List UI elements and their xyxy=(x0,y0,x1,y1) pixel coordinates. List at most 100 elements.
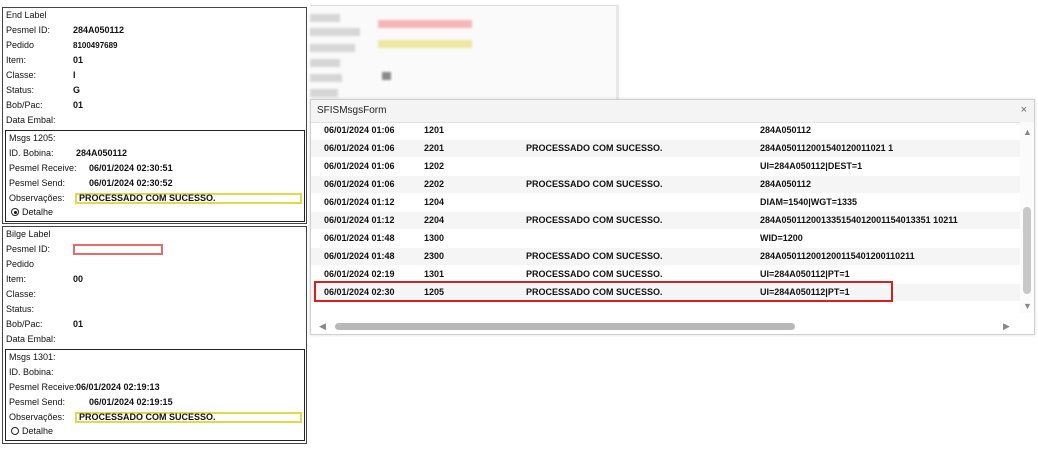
cell-message: PROCESSADO COM SUCESSO. xyxy=(526,251,663,261)
scroll-left-icon[interactable]: ◀ xyxy=(319,322,326,331)
end-label-panel: End Label Pesmel ID: 284A050112 Pedido 8… xyxy=(2,7,307,224)
horizontal-scroll-thumb[interactable] xyxy=(335,323,795,330)
blurred-text xyxy=(310,89,338,97)
highlighted-row-outline xyxy=(314,281,893,302)
scroll-right-icon[interactable]: ▶ xyxy=(1003,322,1010,331)
cell-message: PROCESSADO COM SUCESSO. xyxy=(526,215,663,225)
field-label: Observações: xyxy=(9,193,65,203)
field-label: ID. Bobina: xyxy=(9,367,54,377)
cell-message: PROCESSADO COM SUCESSO. xyxy=(526,143,663,153)
vertical-scroll-thumb[interactable] xyxy=(1023,207,1031,294)
cell-code: 1202 xyxy=(424,161,445,171)
field-label: Pesmel Send: xyxy=(9,178,66,188)
detalhe-label: Detalhe xyxy=(22,426,54,436)
messages-grid: 06/01/2024 01:06 1201 284A050112 06/01/2… xyxy=(311,122,1021,307)
bilge-pesmel-id-value xyxy=(73,244,163,255)
field-label: Pesmel Receive: xyxy=(9,382,77,392)
field-label: Data Embal: xyxy=(6,334,56,344)
cell-date: 06/01/2024 01:12 xyxy=(324,215,395,225)
cell-code: 2201 xyxy=(424,143,445,153)
cell-code: 2204 xyxy=(424,215,445,225)
scroll-down-icon[interactable]: ▼ xyxy=(1023,302,1032,311)
cell-data: 284A050112001200115401200110211 xyxy=(760,251,915,261)
field-label: Status: xyxy=(6,304,35,314)
field-label: Item: xyxy=(6,274,27,284)
window-title-bar[interactable]: SFISMsgsForm × xyxy=(311,100,1034,123)
field-label: Status: xyxy=(6,85,35,95)
blurred-text xyxy=(310,28,360,36)
end-bobpac-value: 01 xyxy=(73,100,84,110)
field-label: Pedido xyxy=(6,40,35,50)
end-label-title: End Label xyxy=(6,10,47,20)
cell-code: 1201 xyxy=(424,125,445,135)
cell-data: WID=1200 xyxy=(760,233,803,243)
table-row[interactable]: 06/01/2024 01:12 1204 DIAM=1540|WGT=1335 xyxy=(311,194,1021,211)
blurred-red-field xyxy=(378,20,472,28)
field-label: Observações: xyxy=(9,412,65,422)
field-label: Classe: xyxy=(6,289,37,299)
msgs-1205-obs-row: Observações: PROCESSADO COM SUCESSO. xyxy=(9,192,303,205)
cell-date: 06/01/2024 01:06 xyxy=(324,161,395,171)
sfis-msgs-window: SFISMsgsForm × 06/01/2024 01:06 1201 284… xyxy=(310,99,1035,335)
cell-data: 284A050112 xyxy=(760,179,812,189)
radio-checked-icon[interactable] xyxy=(11,208,19,216)
msgs-1301-send-value: 06/01/2024 02:19:15 xyxy=(89,397,173,407)
bilge-bobpac-value: 01 xyxy=(73,319,84,329)
table-row[interactable]: 06/01/2024 01:06 2201 PROCESSADO COM SUC… xyxy=(311,140,1021,157)
cell-date: 06/01/2024 01:12 xyxy=(324,197,395,207)
vertical-scrollbar[interactable]: ▲ ▼ xyxy=(1020,122,1034,313)
field-label: Bob/Pac: xyxy=(6,100,43,110)
field-label: ID. Bobina: xyxy=(9,148,54,158)
cell-date: 06/01/2024 01:06 xyxy=(324,143,395,153)
table-row[interactable]: 06/01/2024 01:06 1201 284A050112 xyxy=(311,122,1021,139)
table-row[interactable]: 06/01/2024 01:06 2202 PROCESSADO COM SUC… xyxy=(311,176,1021,193)
field-label: Pedido xyxy=(6,259,35,269)
bilge-item-value: 00 xyxy=(73,274,84,284)
cell-data: DIAM=1540|WGT=1335 xyxy=(760,197,858,207)
blurred-yellow-field xyxy=(378,40,472,48)
msgs-1205-title: Msgs 1205: xyxy=(9,133,56,143)
end-pesmel-id-value: 284A050112 xyxy=(73,25,125,35)
msgs-1301-box: Msgs 1301: ID. Bobina: Pesmel Receive: 0… xyxy=(5,349,305,441)
cell-date: 06/01/2024 01:06 xyxy=(324,125,395,135)
cell-code: 1204 xyxy=(424,197,445,207)
end-pedido-value: 8100497689 xyxy=(73,41,118,50)
msgs-1205-send-value: 06/01/2024 02:30:52 xyxy=(89,178,173,188)
cell-code: 1300 xyxy=(424,233,445,243)
cell-code: 2300 xyxy=(424,251,445,261)
field-label: Pesmel Send: xyxy=(9,397,66,407)
blurred-text xyxy=(310,44,355,52)
msgs-1205-box: Msgs 1205: ID. Bobina: 284A050112 Pesmel… xyxy=(5,130,305,222)
table-row[interactable]: 06/01/2024 01:48 1300 WID=1200 xyxy=(311,230,1021,247)
blurred-background-window xyxy=(310,5,619,106)
horizontal-scrollbar[interactable]: ◀ ▶ xyxy=(311,319,1021,333)
detalhe-label: Detalhe xyxy=(22,207,54,217)
cell-data: UI=284A050112|DEST=1 xyxy=(760,161,863,171)
bilge-label-title: Bilge Label xyxy=(6,229,51,239)
field-label: Data Embal: xyxy=(6,115,56,125)
table-row[interactable]: 06/01/2024 01:06 1202 UI=284A050112|DEST… xyxy=(311,158,1021,175)
field-label: Pesmel Receive: xyxy=(9,163,77,173)
blurred-text xyxy=(310,14,340,22)
field-label: Pesmel ID: xyxy=(6,25,51,35)
end-item-value: 01 xyxy=(73,55,84,65)
table-row[interactable]: 06/01/2024 01:12 2204 PROCESSADO COM SUC… xyxy=(311,212,1021,229)
bilge-label-panel: Bilge Label Pesmel ID: Pedido Item: 00 C… xyxy=(2,226,307,444)
window-title: SFISMsgsForm xyxy=(317,105,387,116)
msgs-1205-receive-value: 06/01/2024 02:30:51 xyxy=(89,163,173,173)
end-status-value: G xyxy=(73,85,81,95)
cell-date: 06/01/2024 01:48 xyxy=(324,251,395,261)
table-row[interactable]: 06/01/2024 01:48 2300 PROCESSADO COM SUC… xyxy=(311,248,1021,265)
blurred-radio xyxy=(382,72,391,80)
cell-message: PROCESSADO COM SUCESSO. xyxy=(526,179,663,189)
radio-unchecked-icon[interactable] xyxy=(11,427,19,435)
end-classe-value: I xyxy=(73,70,76,80)
msgs-1301-obs-field: PROCESSADO COM SUCESSO. xyxy=(75,412,302,423)
cell-data: 284A050112001335154012001154013351 10211 xyxy=(760,215,958,225)
field-label: Pesmel ID: xyxy=(6,244,51,254)
scroll-up-icon[interactable]: ▲ xyxy=(1023,128,1032,137)
close-icon[interactable]: × xyxy=(1021,104,1027,116)
msgs-1301-obs-row: Observações: PROCESSADO COM SUCESSO. xyxy=(9,411,303,424)
msgs-1301-title: Msgs 1301: xyxy=(9,352,56,362)
blurred-text xyxy=(310,59,340,67)
